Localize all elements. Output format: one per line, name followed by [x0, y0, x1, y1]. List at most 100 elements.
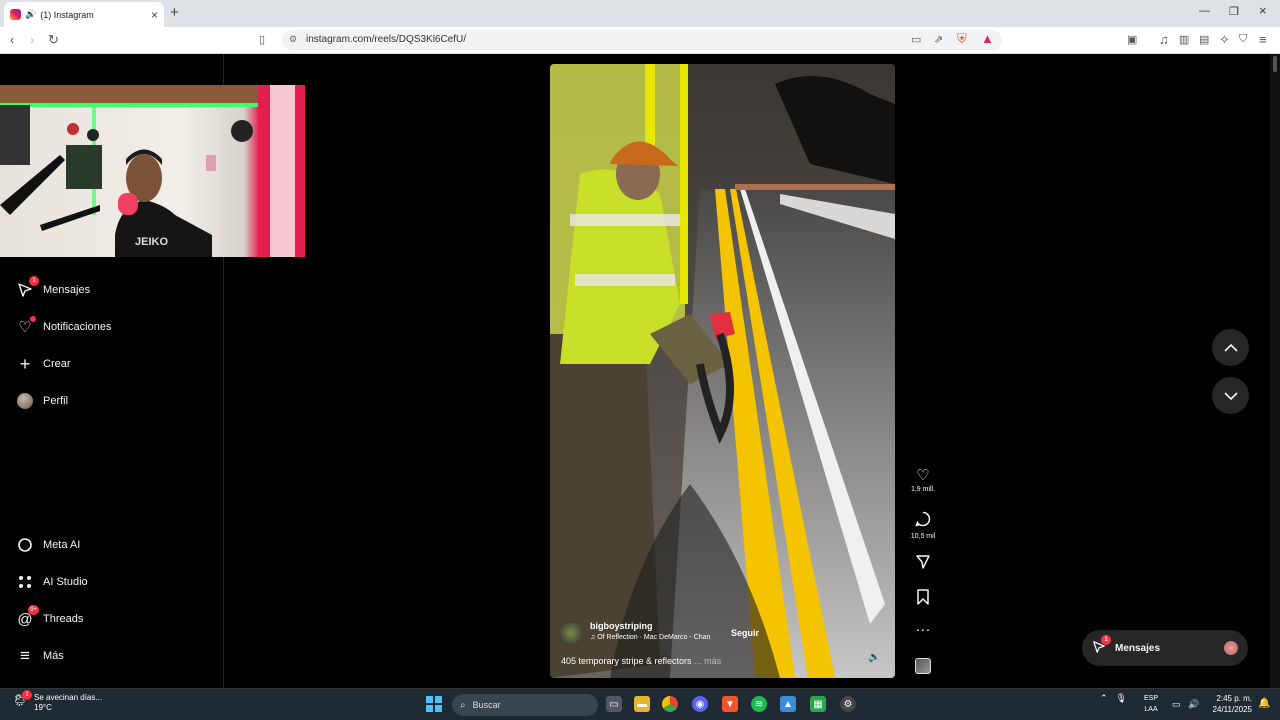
comment-action[interactable]: 10,5 mil [906, 511, 940, 540]
system-tray: ⌃ 🎙 [1100, 693, 1127, 704]
language-top: ESP [1144, 695, 1159, 702]
new-tab-button[interactable]: + [170, 4, 179, 21]
microphone-icon[interactable]: 🎙 [1116, 693, 1127, 704]
share-action[interactable] [906, 554, 940, 574]
address-bar[interactable]: ⚙ instagram.com/reels/DQS3Kl6CefU/ [282, 30, 1002, 51]
comment-icon[interactable] [906, 511, 940, 531]
like-heart-icon[interactable]: ♡ [906, 468, 940, 484]
cast-icon[interactable]: ▭ [911, 33, 921, 46]
next-reel-button[interactable] [1212, 377, 1249, 414]
windows-taskbar: 🌦 1 Se avecinan días... 19°C ⌕ Buscar ▭ ▬… [0, 688, 1280, 720]
forward-icon[interactable]: › [30, 32, 34, 47]
sidebar-item-label: Meta AI [43, 539, 81, 551]
tab-search-icon[interactable]: ▣ [1127, 33, 1137, 46]
back-icon[interactable]: ‹ [10, 32, 14, 47]
sidebar-item-notifications[interactable]: ♡ Notificaciones [16, 316, 112, 336]
reel-song[interactable]: ♫ Of Reflection · Mac DeMarco - Chan [590, 634, 710, 641]
language-indicator[interactable]: ESP LAA [1144, 693, 1158, 715]
profile-avatar [16, 392, 34, 410]
messages-pill-icon: 1 [1092, 634, 1111, 657]
sidebar-item-meta-ai[interactable]: Meta AI [16, 536, 80, 554]
sidebar-toggle-icon[interactable]: ▥ [1179, 33, 1189, 46]
browser-tab[interactable]: 🔊 (1) Instagram × [4, 2, 164, 27]
minimize-icon[interactable]: — [1199, 5, 1210, 17]
task-view-icon[interactable]: ▭ [606, 696, 622, 712]
sidebar-item-threads[interactable]: @9+ Threads [16, 605, 84, 628]
browser-tabbar: 🔊 (1) Instagram × + — ❐ × [0, 0, 1280, 27]
speaker-icon[interactable]: 🔊 [25, 9, 36, 20]
file-explorer-icon[interactable]: ▬ [634, 696, 650, 712]
more-options-action[interactable]: ··· [906, 622, 940, 638]
close-tab-icon[interactable]: × [151, 8, 158, 22]
volume-icon[interactable]: 🔈 [868, 652, 880, 663]
close-window-icon[interactable]: × [1259, 3, 1267, 18]
discord-icon[interactable]: ◉ [692, 696, 708, 712]
comment-count: 10,5 mil [910, 533, 936, 540]
photos-icon[interactable]: ▲ [780, 696, 796, 712]
weather-title: Se avecinan días... [34, 693, 103, 702]
notification-bell-icon[interactable]: 🔔 [1258, 698, 1270, 709]
spotify-icon[interactable]: ≋ [751, 696, 767, 712]
sidebar-item-create[interactable]: + Crear [16, 354, 71, 374]
messages-pill-badge: 1 [1101, 634, 1111, 645]
messages-pill-label: Mensajes [1115, 642, 1161, 654]
bookmark-icon[interactable]: ▯ [259, 33, 265, 46]
weather-badge: 1 [22, 690, 32, 700]
browser-toolbar: ‹ › ↻ ▯ ⚙ instagram.com/reels/DQS3Kl6Cef… [0, 27, 1280, 54]
reload-icon[interactable]: ↻ [48, 32, 59, 48]
tab-title: (1) Instagram [40, 9, 94, 20]
weather-widget[interactable]: 🌦 1 Se avecinan días... 19°C [12, 690, 103, 713]
media-icon[interactable]: ♫ [1159, 32, 1169, 47]
messages-pill[interactable]: 1 Mensajes [1082, 630, 1248, 666]
ai-studio-icon [16, 573, 34, 591]
taskbar-search[interactable]: ⌕ Buscar [452, 694, 598, 716]
reel-song-text: Of Reflection · Mac DeMarco - Chan [597, 634, 711, 641]
browser-menu-icon[interactable]: ≡ [1259, 32, 1267, 47]
sidebar-item-label: Threads [43, 613, 84, 625]
audio-thumbnail[interactable] [906, 658, 940, 674]
display-icon[interactable]: ▭ [1172, 699, 1181, 710]
site-info-icon[interactable]: ⚙ [289, 34, 297, 45]
app-green-icon[interactable]: ▦ [810, 696, 826, 712]
app-settings-icon[interactable]: ⚙ [840, 696, 856, 712]
instagram-favicon-icon [10, 9, 21, 20]
clock-date: 24/11/2025 [1212, 705, 1252, 714]
sidebar-item-ai-studio[interactable]: AI Studio [16, 573, 88, 591]
avatar [1224, 641, 1238, 655]
sidebar-item-more[interactable]: ≡ Más [16, 646, 64, 665]
bookmark-save-icon[interactable] [906, 589, 940, 609]
windows-start-icon[interactable] [426, 696, 442, 712]
search-placeholder: Buscar [472, 700, 501, 710]
chrome-icon[interactable] [662, 696, 678, 712]
brave-shield-icon[interactable]: ⛨ [957, 31, 967, 47]
sidebar-item-messages[interactable]: 1 Mensajes [16, 276, 90, 299]
share-icon[interactable]: ⇗ [934, 33, 943, 46]
clock[interactable]: 2:45 p. m. 24/11/2025 [1208, 693, 1252, 715]
sidebar-item-label: Perfil [43, 395, 69, 407]
follow-button[interactable]: Seguir [731, 628, 759, 638]
brave-rewards-icon[interactable]: ▲ [981, 31, 994, 46]
reel-video[interactable]: bigboystriping ♫ Of Reflection · Mac DeM… [550, 64, 895, 678]
brave-icon[interactable]: ▼ [722, 696, 738, 712]
leo-ai-icon[interactable]: ✧ [1219, 32, 1230, 48]
page-scrollbar[interactable] [1270, 54, 1280, 688]
messages-badge: 1 [29, 276, 39, 286]
previous-reel-button[interactable] [1212, 329, 1249, 366]
more-link[interactable]: ... más [694, 656, 721, 666]
sidebar-item-profile[interactable]: Perfil [16, 392, 68, 410]
vpn-icon[interactable]: ⛉ [1239, 33, 1247, 46]
share-icon[interactable] [906, 554, 940, 574]
like-action[interactable]: ♡ 1,9 mill. [906, 468, 940, 494]
reel-author-avatar[interactable] [561, 623, 581, 643]
sidebar-item-label: Crear [43, 358, 71, 370]
search-icon: ⌕ [460, 699, 466, 711]
volume-icon[interactable]: 🔊 [1188, 699, 1199, 710]
reel-username[interactable]: bigboystriping [590, 621, 653, 631]
chevron-up-icon[interactable]: ⌃ [1100, 693, 1108, 704]
restore-icon[interactable]: ❐ [1229, 5, 1239, 18]
sidebar-item-label: Notificaciones [43, 321, 112, 333]
audio-thumbnail-image[interactable] [915, 658, 931, 674]
wallet-icon[interactable]: ▤ [1199, 33, 1209, 46]
save-action[interactable] [906, 589, 940, 609]
more-options-icon[interactable]: ··· [906, 622, 940, 638]
